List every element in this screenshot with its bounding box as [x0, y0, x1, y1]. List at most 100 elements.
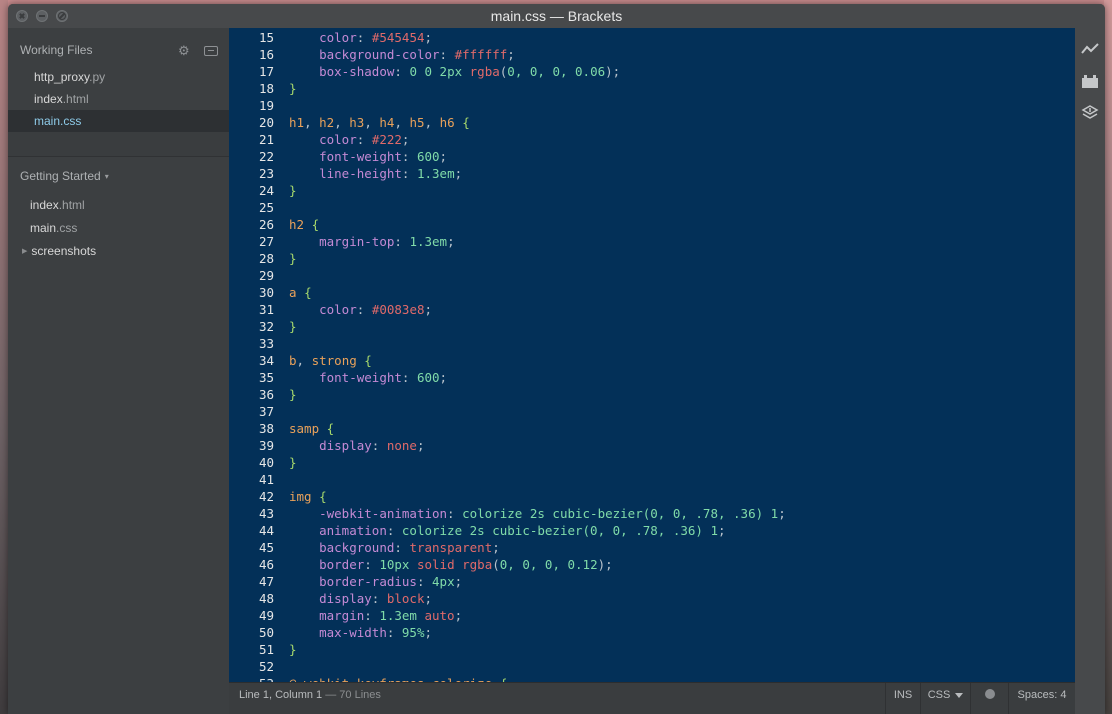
chevron-down-icon: ▾ [104, 172, 109, 182]
line-number: 41 [258, 472, 274, 487]
code-line[interactable]: 53@-webkit-keyframes colorize { [229, 675, 507, 682]
live-preview-icon[interactable] [1081, 40, 1099, 58]
code-line[interactable]: 52 [229, 658, 289, 675]
code-line[interactable]: 39 display: none; [229, 437, 425, 454]
language-label: CSS [927, 689, 951, 701]
code-line[interactable]: 36} [229, 386, 297, 403]
language-select[interactable]: CSS [920, 683, 970, 714]
project-file-tree: index.html main.css ▶ screenshots [8, 194, 229, 263]
code-line[interactable]: 44 animation: colorize 2s cubic-bezier(0… [229, 522, 726, 539]
code-token: } [289, 455, 297, 470]
code-token: #222 [371, 132, 402, 147]
code-line[interactable]: 46 border: 10px solid rgba(0, 0, 0, 0.12… [229, 556, 613, 573]
code-line[interactable]: 27 margin-top: 1.3em; [229, 233, 455, 250]
working-file-item[interactable]: index.html [8, 88, 229, 110]
code-token: ; [507, 47, 515, 62]
code-token: auto [424, 608, 455, 623]
linter-status[interactable] [970, 683, 1008, 714]
code-line[interactable]: 45 background: transparent; [229, 539, 500, 556]
code-token: ; [424, 625, 433, 640]
code-line[interactable]: 25 [229, 199, 289, 216]
code-token: 600 [416, 149, 440, 164]
code-token: font-weight [319, 370, 402, 385]
code-token: h6 [439, 115, 455, 130]
line-number: 39 [258, 438, 274, 453]
file-extension: .css [60, 114, 82, 128]
line-number: 50 [258, 625, 274, 640]
code-line[interactable]: 38 samp { [229, 420, 334, 437]
working-file-item[interactable]: http_proxy.py [8, 66, 229, 88]
code-line[interactable]: 26 h2 { [229, 216, 319, 233]
split-view-icon[interactable] [204, 46, 218, 56]
code-line[interactable]: 31 color: #0083e8; [229, 301, 432, 318]
code-line[interactable]: 50 max-width: 95%; [229, 624, 432, 641]
code-line[interactable]: 49 margin: 1.3em auto; [229, 607, 462, 624]
code-line[interactable]: 20 h1, h2, h3, h4, h5, h6 { [229, 114, 470, 131]
line-number: 47 [258, 574, 274, 589]
code-editor[interactable]: 15 color: #545454; 16 background-color: #… [229, 28, 1075, 682]
code-token: 1.3em [379, 608, 425, 623]
code-line[interactable]: 23 line-height: 1.3em; [229, 165, 462, 182]
line-count: — 70 Lines [322, 689, 381, 701]
code-line[interactable]: 15 color: #545454; [229, 29, 432, 46]
working-file-item[interactable]: main.css [8, 110, 229, 132]
code-line[interactable]: 30 a { [229, 284, 312, 301]
code-token: color [319, 132, 357, 147]
line-number: 16 [258, 47, 274, 62]
code-line[interactable]: 47 border-radius: 4px; [229, 573, 462, 590]
code-line[interactable]: 42 img { [229, 488, 327, 505]
lint-status-icon [984, 689, 995, 700]
code-line[interactable]: 51} [229, 641, 297, 658]
expand-arrow-icon[interactable]: ▶ [22, 240, 27, 263]
indent-setting[interactable]: Spaces: 4 [1008, 683, 1075, 714]
line-number: 19 [258, 98, 274, 113]
project-file-item[interactable]: index.html [8, 194, 229, 217]
desktop-background-left [0, 0, 8, 714]
gear-icon[interactable]: ⚙ [178, 43, 190, 59]
code-token: line-height [319, 166, 402, 181]
project-file-item[interactable]: main.css [8, 217, 229, 240]
code-line[interactable]: 37 [229, 403, 289, 420]
code-token: a [289, 285, 297, 300]
line-number: 34 [258, 353, 274, 368]
code-line[interactable]: 22 font-weight: 600; [229, 148, 447, 165]
working-files-list: http_proxy.py index.html main.css [8, 66, 229, 132]
code-line[interactable]: 35 font-weight: 600; [229, 369, 447, 386]
code-line[interactable]: 19 [229, 97, 289, 114]
code-token: { [462, 115, 470, 130]
code-line[interactable]: 48 display: block; [229, 590, 432, 607]
line-number: 37 [258, 404, 274, 419]
code-line[interactable]: 33 [229, 335, 289, 352]
code-token: : [371, 591, 387, 606]
code-token: ; [424, 302, 433, 317]
code-line[interactable]: 43 -webkit-animation: colorize 2s cubic-… [229, 505, 786, 522]
code-token: : [394, 234, 410, 249]
file-name: http_proxy [34, 70, 90, 84]
code-line[interactable]: 18} [229, 80, 297, 97]
code-line[interactable]: 34 b, strong { [229, 352, 372, 369]
code-line[interactable]: 16 background-color: #ffffff; [229, 46, 515, 63]
code-line[interactable]: 29 [229, 267, 289, 284]
insert-mode-toggle[interactable]: INS [885, 683, 920, 714]
extension-manager-icon[interactable] [1081, 72, 1099, 90]
code-token: : [364, 608, 380, 623]
code-line[interactable]: 24} [229, 182, 297, 199]
code-line[interactable]: 17 box-shadow: 0 0 2px rgba(0, 0, 0, 0.0… [229, 63, 620, 80]
file-extension: .py [89, 70, 106, 84]
line-number: 28 [258, 251, 274, 266]
brackets-window: main.css — Brackets Working Files ⚙ http… [8, 4, 1105, 714]
cursor-position: Line 1, Column 1 — 70 Lines [239, 689, 381, 701]
code-line[interactable]: 41 [229, 471, 289, 488]
layers-icon[interactable] [1081, 104, 1099, 122]
code-token: { [364, 353, 372, 368]
line-number: 51 [258, 642, 274, 657]
project-dropdown[interactable]: Getting Started ▾ [20, 169, 109, 183]
code-line[interactable]: 21 color: #222; [229, 131, 410, 148]
code-line[interactable]: 28} [229, 250, 297, 267]
code-token: } [289, 81, 297, 96]
code-line[interactable]: 40} [229, 454, 297, 471]
code-line[interactable]: 32} [229, 318, 297, 335]
project-folder-item[interactable]: ▶ screenshots [8, 240, 229, 263]
